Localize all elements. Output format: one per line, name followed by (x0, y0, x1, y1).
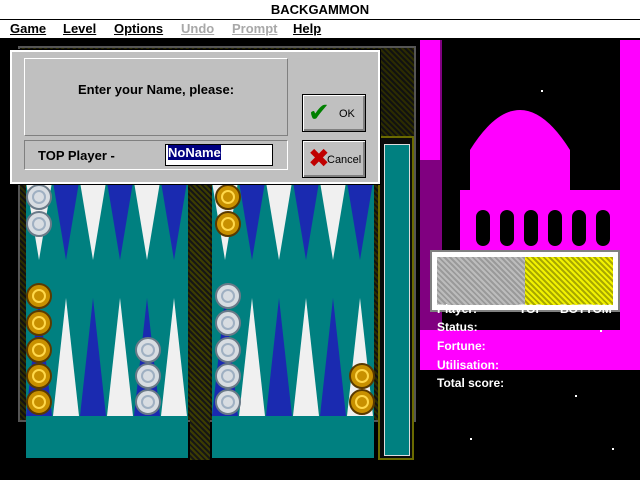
board-point-bottom[interactable] (107, 298, 133, 416)
checker[interactable] (215, 337, 241, 363)
star-icon (575, 395, 577, 397)
star-icon (541, 90, 543, 92)
star-icon (600, 330, 602, 332)
checker[interactable] (215, 310, 241, 336)
ok-button[interactable]: ✔ OK (302, 94, 366, 132)
checker[interactable] (215, 184, 241, 210)
dialog-prompt: Enter your Name, please: (77, 82, 235, 97)
board-point-bottom[interactable] (320, 298, 346, 416)
board-point-bottom[interactable] (161, 298, 187, 416)
checker[interactable] (26, 283, 52, 309)
board-point-bottom[interactable] (266, 298, 292, 416)
window-title: BACKGAMMON (0, 0, 640, 20)
board-point-bottom[interactable] (239, 298, 265, 416)
board-point-top[interactable] (239, 182, 265, 260)
board-point-top[interactable] (107, 182, 133, 260)
checker[interactable] (215, 363, 241, 389)
menu-level[interactable]: Level (63, 21, 96, 37)
board-point-bottom[interactable] (293, 298, 319, 416)
board-point-bottom[interactable] (80, 298, 106, 416)
name-input-value: NoName (168, 145, 221, 160)
checker[interactable] (215, 211, 241, 237)
menu-prompt: Prompt (232, 21, 278, 36)
star-icon (470, 438, 472, 440)
checkmark-icon: ✔ (308, 98, 330, 128)
cancel-button[interactable]: ✖ Cancel (302, 140, 366, 178)
checker[interactable] (349, 363, 375, 389)
player-name-label: TOP Player - (38, 148, 115, 163)
checker[interactable] (26, 310, 52, 336)
status-label: Status: (437, 320, 478, 334)
menu-bar: Game Level Options Undo Prompt Help (0, 20, 640, 39)
checker[interactable] (135, 389, 161, 415)
cube-bottom-half (525, 257, 613, 305)
menu-help[interactable]: Help (293, 21, 321, 37)
checker[interactable] (349, 389, 375, 415)
menu-game[interactable]: Game (10, 21, 46, 37)
menu-undo: Undo (181, 21, 215, 36)
board-point-bottom[interactable] (53, 298, 79, 416)
board-point-top[interactable] (266, 182, 292, 260)
board-point-top[interactable] (80, 182, 106, 260)
checker[interactable] (26, 337, 52, 363)
utilisation-label: Utilisation: (437, 358, 499, 372)
board-point-top[interactable] (320, 182, 346, 260)
board-point-top[interactable] (293, 182, 319, 260)
board-point-top[interactable] (347, 182, 373, 260)
board-point-top[interactable] (134, 182, 160, 260)
checker[interactable] (26, 363, 52, 389)
checker[interactable] (135, 337, 161, 363)
cube-top-half (437, 257, 525, 305)
player-top: TOP (519, 302, 544, 316)
name-dialog: Enter your Name, please: TOP Player - No… (10, 50, 380, 184)
checker[interactable] (26, 184, 52, 210)
player-label: Player: (437, 302, 478, 316)
ok-label: OK (339, 108, 355, 120)
checker[interactable] (135, 363, 161, 389)
menu-options[interactable]: Options (114, 21, 163, 37)
player-name-input[interactable]: NoName (165, 144, 273, 166)
fortune-label: Fortune: (437, 339, 486, 353)
total-score-label: Total score: (437, 376, 505, 390)
player-bottom: BOTTOM (560, 302, 612, 316)
star-icon (612, 448, 614, 450)
checker[interactable] (215, 389, 241, 415)
prompt-panel (24, 58, 288, 136)
board-point-top[interactable] (53, 182, 79, 260)
checker[interactable] (215, 283, 241, 309)
cancel-label: Cancel (327, 154, 362, 166)
board-point-top[interactable] (161, 182, 187, 260)
checker[interactable] (26, 389, 52, 415)
checker[interactable] (26, 211, 52, 237)
